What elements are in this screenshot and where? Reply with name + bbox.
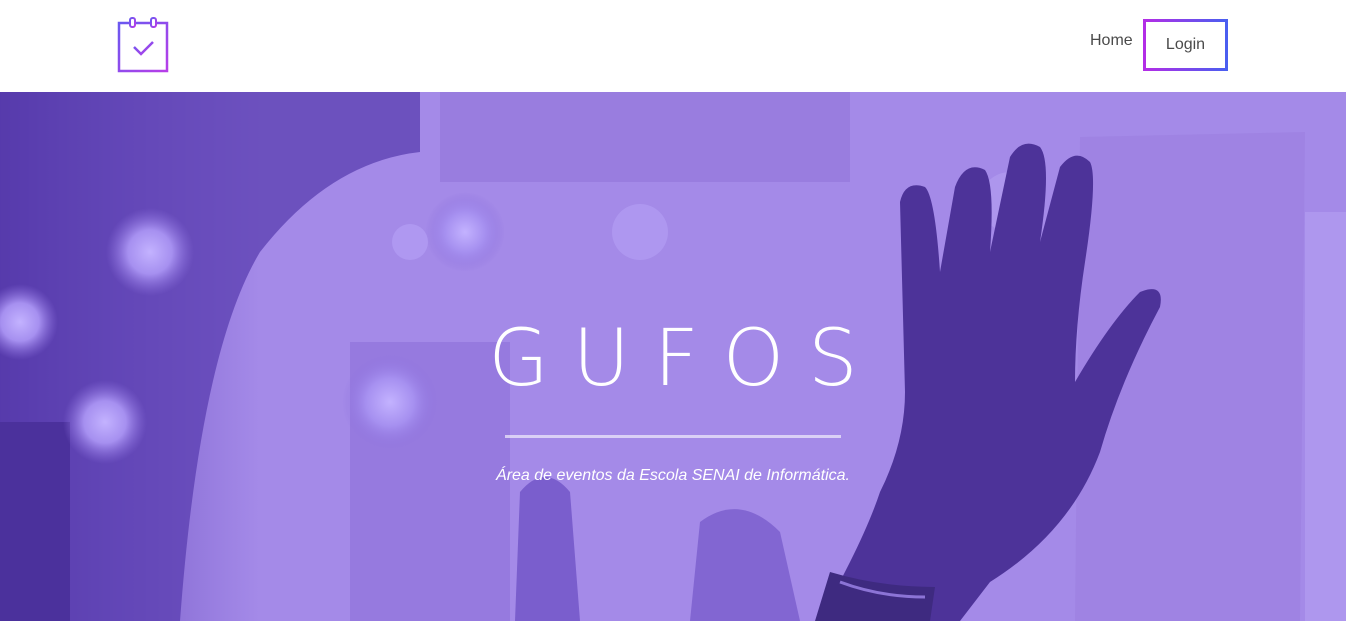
hero-subtitle: Área de eventos da Escola SENAI de Infor… <box>496 467 850 484</box>
site-header: Home Login <box>0 0 1346 92</box>
hero-divider <box>505 435 841 438</box>
calendar-check-icon[interactable] <box>116 17 170 74</box>
hero-title: GUFOS <box>488 314 882 404</box>
nav-home-link[interactable]: Home <box>1090 32 1133 50</box>
login-button[interactable]: Login <box>1143 19 1228 71</box>
hero-banner: GUFOS Área de eventos da Escola SENAI de… <box>0 92 1346 621</box>
